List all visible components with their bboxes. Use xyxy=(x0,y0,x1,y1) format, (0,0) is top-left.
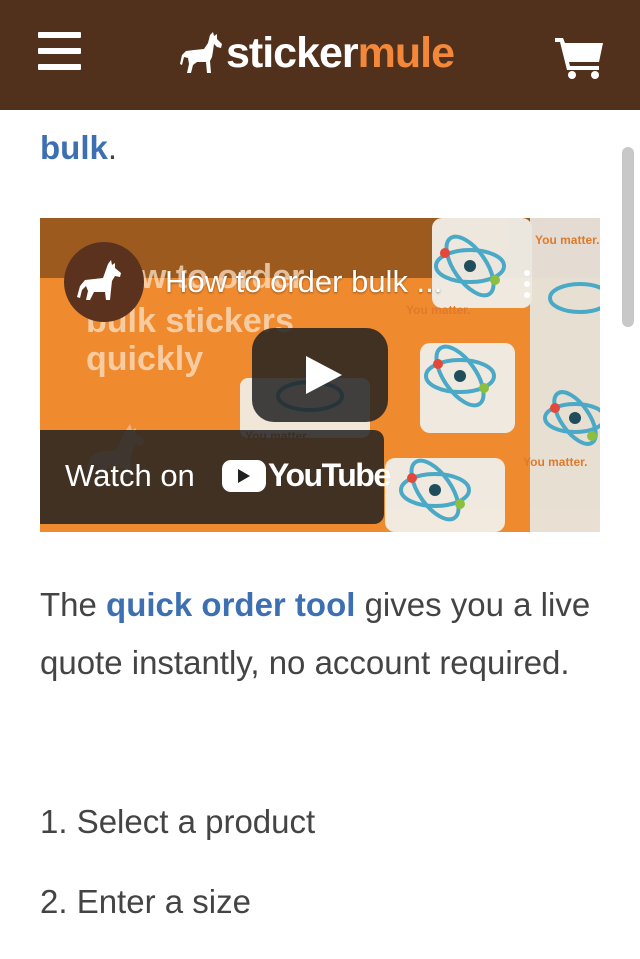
intro-trailing: . xyxy=(107,129,118,166)
play-button[interactable] xyxy=(252,328,388,422)
youtube-wordmark: YouTube xyxy=(268,457,391,493)
mule-icon xyxy=(180,32,222,73)
quick-order-tool-link[interactable]: quick order tool xyxy=(106,586,355,623)
video-title[interactable]: How to order bulk ... xyxy=(165,264,442,300)
top-nav-bar: sticker mule xyxy=(0,0,640,110)
brand-word-sticker: sticker xyxy=(226,28,359,77)
sticker-label-3: You matter. xyxy=(523,455,587,469)
sticker-label-2: You matter. xyxy=(406,303,470,317)
youtube-video-embed[interactable]: w to order bulk stickers quickly You mat… xyxy=(40,218,600,532)
quick-order-paragraph: The quick order tool gives you a live qu… xyxy=(40,576,600,692)
bulk-link[interactable]: bulk xyxy=(40,129,108,166)
hamburger-menu-icon[interactable] xyxy=(38,32,82,72)
watch-on-label: Watch on xyxy=(65,458,195,493)
scrollbar-thumb[interactable] xyxy=(622,147,634,327)
thumb-text-3: quickly xyxy=(86,340,203,378)
brand-word-mule: mule xyxy=(357,28,455,77)
list-item-step-2: 2. Enter a size xyxy=(40,883,251,920)
sticker-label-1: You matter. xyxy=(535,233,599,247)
para-prefix: The xyxy=(40,586,107,623)
mule-icon xyxy=(77,260,121,300)
kebab-icon[interactable] xyxy=(522,270,532,300)
cart-icon[interactable] xyxy=(555,36,605,80)
brand-logo[interactable]: sticker mule xyxy=(180,28,455,78)
list-item-step-1: 1. Select a product xyxy=(40,803,316,840)
watch-on-youtube-button[interactable]: Watch on YouTube xyxy=(40,430,391,524)
intro-line: bulk. xyxy=(40,127,117,169)
youtube-logo-icon xyxy=(222,460,266,492)
channel-avatar[interactable] xyxy=(64,242,144,322)
play-icon xyxy=(306,356,342,394)
